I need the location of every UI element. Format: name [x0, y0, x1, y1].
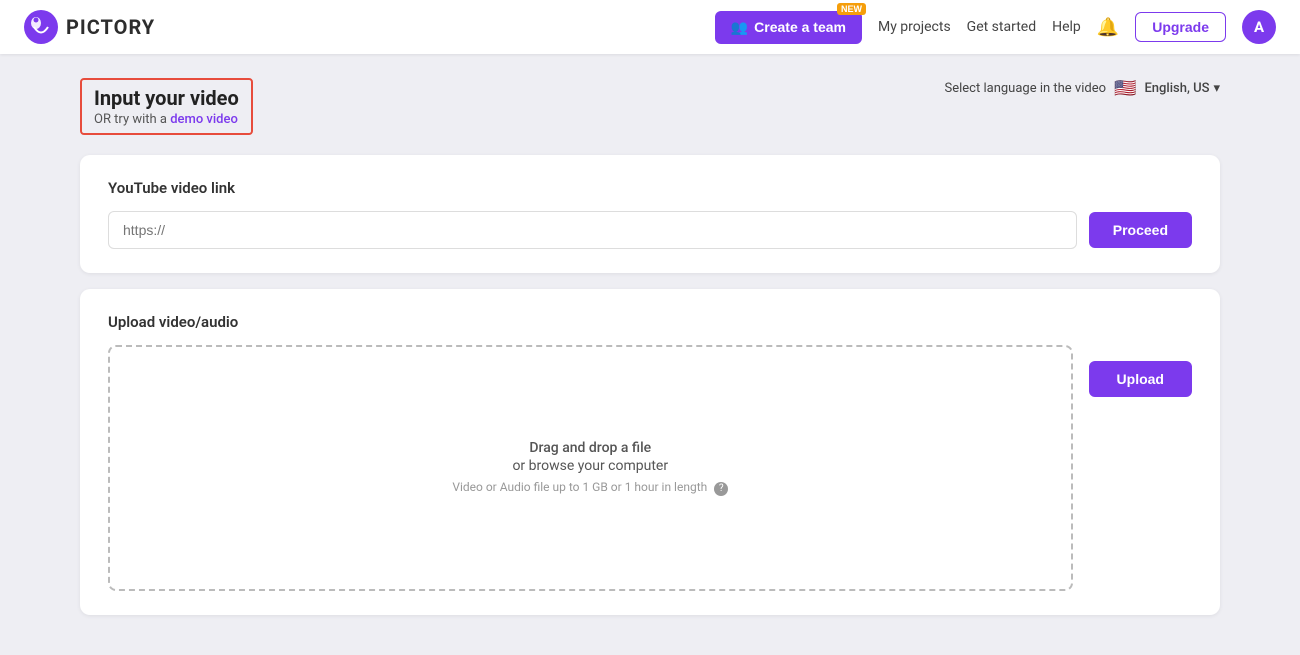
youtube-url-input[interactable]: [108, 211, 1077, 249]
language-selector: Select language in the video 🇺🇸 English,…: [945, 78, 1220, 99]
demo-video-link[interactable]: demo video: [170, 112, 238, 127]
language-flag: 🇺🇸: [1114, 78, 1136, 99]
chevron-down-icon: ▾: [1213, 81, 1220, 96]
navbar-right: 👥 Create a team NEW My projects Get star…: [715, 10, 1276, 44]
create-team-button[interactable]: 👥 Create a team NEW: [715, 11, 862, 44]
drag-drop-line2: or browse your computer: [512, 458, 668, 474]
new-badge: NEW: [837, 3, 866, 15]
proceed-button[interactable]: Proceed: [1089, 212, 1192, 248]
youtube-card: YouTube video link Proceed: [80, 155, 1220, 273]
upload-left: Upload video/audio Drag and drop a file …: [108, 313, 1073, 591]
upgrade-button[interactable]: Upgrade: [1135, 12, 1226, 42]
avatar[interactable]: A: [1242, 10, 1276, 44]
team-icon: 👥: [731, 19, 748, 36]
upload-limit-text: Video or Audio file up to 1 GB or 1 hour…: [452, 480, 728, 496]
pictory-logo-icon: [24, 10, 58, 44]
navbar-left: PICTORY: [24, 10, 155, 44]
upload-card-inner: Upload video/audio Drag and drop a file …: [108, 313, 1192, 591]
brand-name: PICTORY: [66, 15, 155, 39]
upload-right: Upload: [1073, 313, 1192, 397]
drag-drop-line1: Drag and drop a file: [529, 440, 651, 456]
get-started-link[interactable]: Get started: [967, 19, 1036, 35]
upload-dropzone[interactable]: Drag and drop a file or browse your comp…: [108, 345, 1073, 591]
page-title: Input your video: [94, 86, 239, 110]
subtitle-prefix: OR try with a: [94, 112, 170, 127]
input-video-box: Input your video OR try with a demo vide…: [80, 78, 253, 135]
language-value: English, US: [1144, 81, 1209, 96]
upload-card: Upload video/audio Drag and drop a file …: [80, 289, 1220, 615]
language-label: Select language in the video: [945, 81, 1107, 96]
youtube-row: Proceed: [108, 211, 1192, 249]
navbar: PICTORY 👥 Create a team NEW My projects …: [0, 0, 1300, 54]
create-team-label: Create a team: [754, 19, 846, 35]
language-dropdown[interactable]: English, US ▾: [1144, 81, 1220, 96]
upload-button[interactable]: Upload: [1089, 361, 1192, 397]
help-icon[interactable]: ?: [714, 482, 728, 496]
my-projects-link[interactable]: My projects: [878, 19, 951, 35]
main-content: Input your video OR try with a demo vide…: [0, 54, 1300, 655]
upload-card-title: Upload video/audio: [108, 313, 1073, 331]
page-subtitle: OR try with a demo video: [94, 112, 239, 127]
notifications-bell-icon[interactable]: 🔔: [1097, 17, 1119, 38]
page-header: Input your video OR try with a demo vide…: [80, 78, 1220, 135]
youtube-card-title: YouTube video link: [108, 179, 1192, 197]
limit-text-label: Video or Audio file up to 1 GB or 1 hour…: [452, 480, 707, 494]
help-link[interactable]: Help: [1052, 19, 1081, 35]
